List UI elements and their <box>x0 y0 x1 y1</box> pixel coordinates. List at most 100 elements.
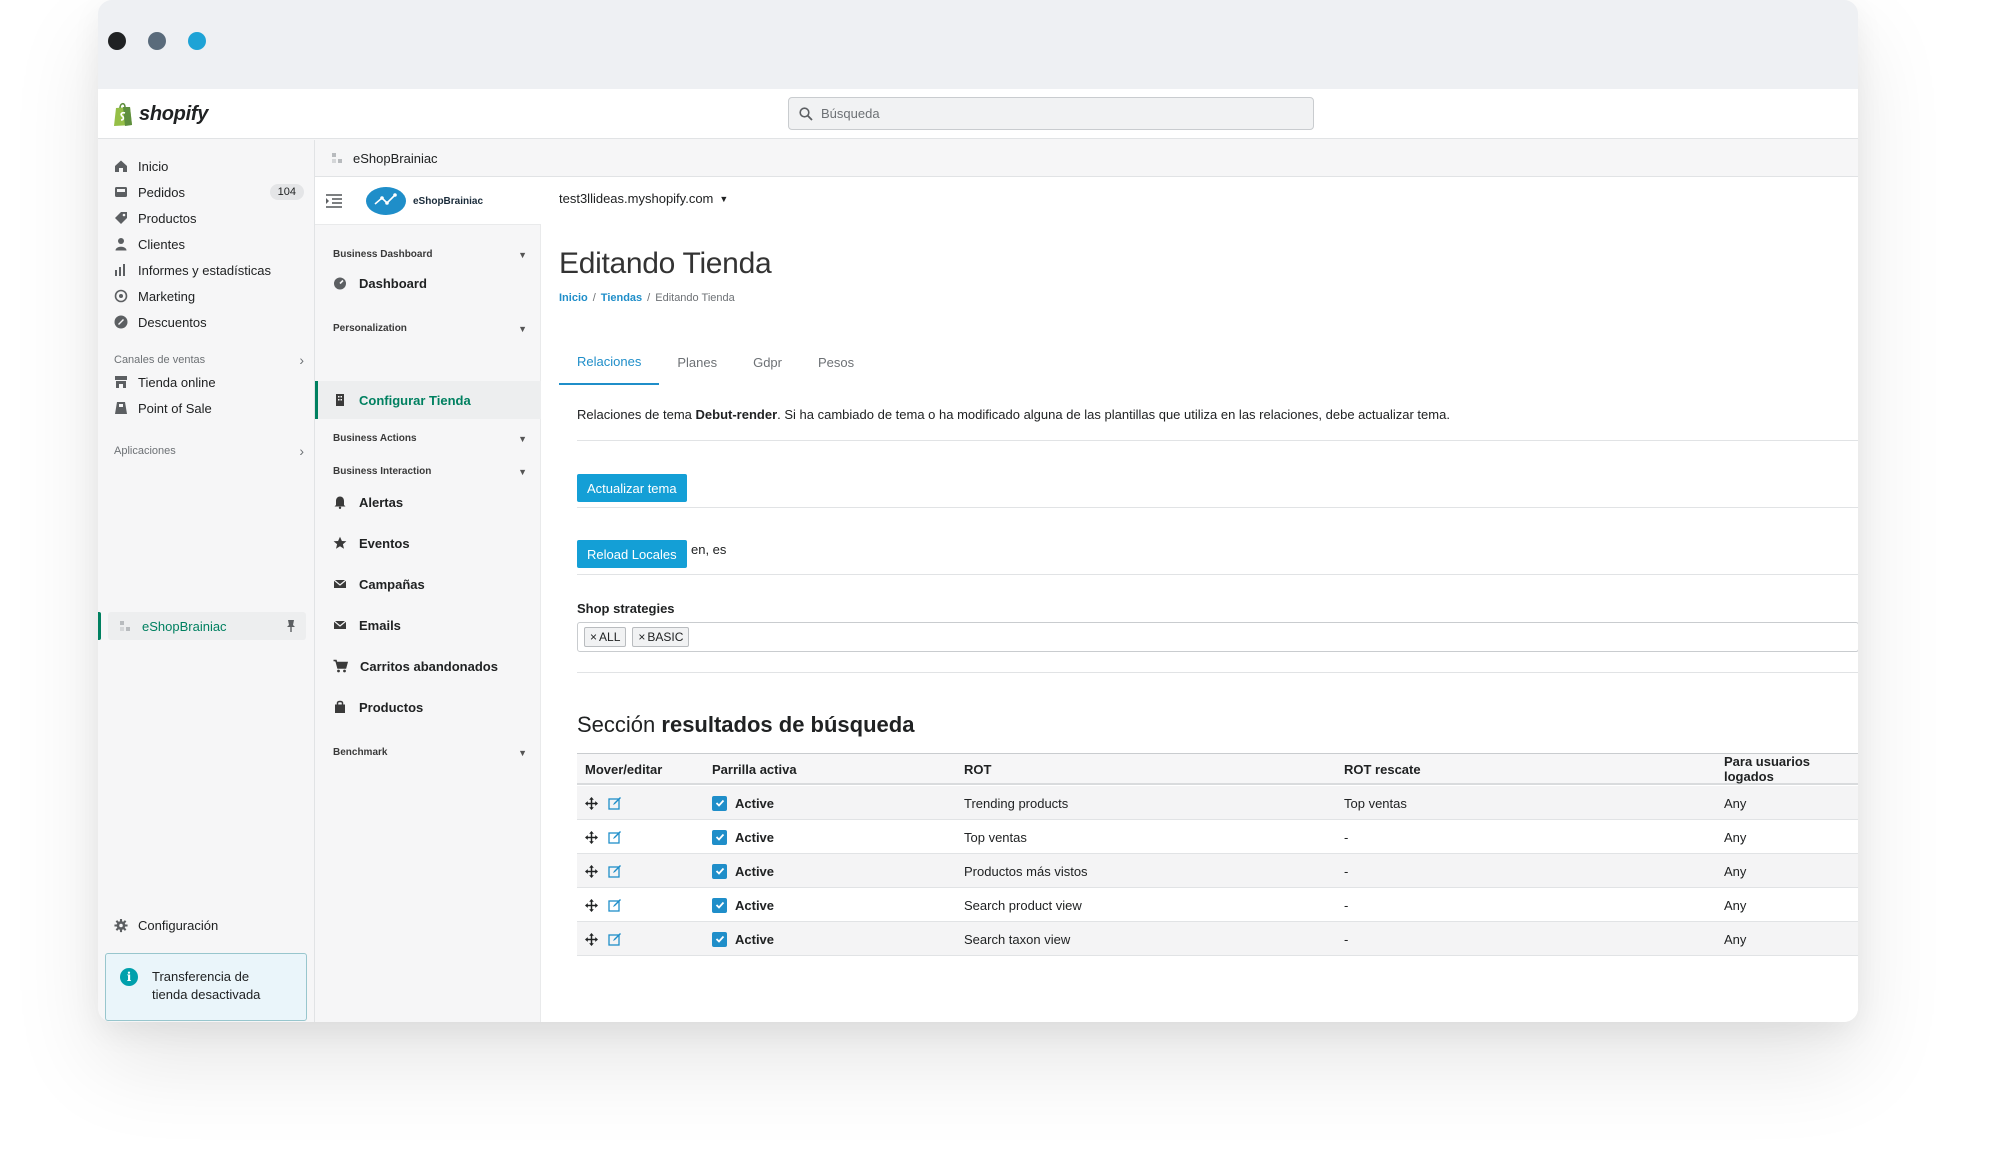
active-label: Active <box>735 897 775 913</box>
app-logo[interactable]: eShopBrainiac <box>365 184 483 218</box>
column-header[interactable]: ROT rescate <box>1344 753 1421 785</box>
sidebar-item-label: Clientes <box>138 236 185 252</box>
column-header[interactable]: Parrilla activa <box>712 753 797 785</box>
chevron-right-icon[interactable]: › <box>299 443 304 459</box>
active-cell: Active <box>712 820 774 854</box>
menu-group-label: Business Interaction <box>333 466 432 477</box>
app-header: eShopBrainiac <box>315 140 1858 177</box>
rot-cell: Search product view <box>964 897 1082 913</box>
close-window-dot[interactable] <box>108 32 126 50</box>
menu-group-business-interaction[interactable]: Business Interaction ▼ <box>333 466 527 477</box>
menu-item-carritos-abandonados[interactable]: Carritos abandonados <box>333 655 533 677</box>
remove-tag-icon[interactable]: × <box>638 630 645 644</box>
tab-gdpr[interactable]: Gdpr <box>735 339 800 385</box>
edit-icon[interactable] <box>608 932 622 946</box>
minimize-window-dot[interactable] <box>148 32 166 50</box>
rot-cell: Search taxon view <box>964 931 1071 947</box>
table-row: Active Trending products Top ventas Any <box>577 786 1858 820</box>
pin-icon[interactable] <box>284 619 298 633</box>
sidebar-item-descuentos[interactable]: Descuentos <box>114 310 304 334</box>
sidebar-item-point-of-sale[interactable]: Point of Sale <box>114 396 304 420</box>
sidebar-item-label: Informes y estadísticas <box>138 262 271 278</box>
gear-icon <box>114 918 128 932</box>
caret-down-icon: ▼ <box>719 193 729 204</box>
shopify-logo[interactable]: shopify <box>112 100 208 128</box>
active-checkbox[interactable] <box>712 829 727 845</box>
search-input[interactable]: Búsqueda <box>788 97 1314 130</box>
menu-group-benchmark[interactable]: Benchmark ▼ <box>333 747 527 758</box>
rot-cell: Trending products <box>964 795 1069 811</box>
remove-tag-icon[interactable]: × <box>590 630 597 644</box>
menu-item-dashboard[interactable]: Dashboard <box>333 272 533 294</box>
menu-item-campanas[interactable]: Campañas <box>333 573 533 595</box>
star-icon <box>333 536 347 549</box>
column-header[interactable]: Mover/editar <box>585 753 662 785</box>
sidebar-item-informes[interactable]: Informes y estadísticas <box>114 258 304 282</box>
checkmark-icon <box>715 833 724 841</box>
store-selector[interactable]: test3llideas.myshopify.com ▼ <box>559 191 728 206</box>
sidebar-item-clientes[interactable]: Clientes <box>114 232 304 256</box>
app-logo-text: eShopBrainiac <box>413 195 484 207</box>
sidebar-item-eshopbrainiac[interactable]: eShopBrainiac <box>98 612 306 640</box>
sidebar-item-pedidos[interactable]: Pedidos 104 <box>114 180 304 204</box>
column-header[interactable]: ROT <box>964 753 991 785</box>
sidebar-item-configuracion[interactable]: Configuración <box>114 913 304 937</box>
strategy-tag-all[interactable]: × ALL <box>584 627 627 647</box>
move-icon[interactable] <box>585 932 598 946</box>
tab-pesos[interactable]: Pesos <box>800 339 872 385</box>
rot-cell: Productos más vistos <box>964 863 1088 879</box>
edit-icon[interactable] <box>608 898 622 912</box>
move-icon[interactable] <box>585 796 598 810</box>
chevron-down-icon: ▼ <box>518 747 527 758</box>
active-checkbox[interactable] <box>712 795 727 811</box>
rot-rescue-cell: - <box>1344 863 1349 879</box>
menu-toggle-icon[interactable] <box>325 193 343 209</box>
menu-group-business-actions[interactable]: Business Actions ▼ <box>333 433 527 444</box>
orders-icon <box>115 187 127 197</box>
chevron-right-icon[interactable]: › <box>299 352 304 368</box>
update-theme-button[interactable]: Actualizar tema <box>577 474 687 502</box>
rot-rescue-cell: - <box>1344 829 1349 845</box>
admin-sidebar: Inicio Pedidos 104 Productos Clientes In… <box>98 140 314 1022</box>
menu-item-configurar-tienda[interactable]: Configurar Tienda <box>333 389 533 411</box>
edit-icon[interactable] <box>608 864 622 878</box>
sidebar-item-label: Point of Sale <box>138 400 212 416</box>
strategy-tag-basic[interactable]: × BASIC <box>632 627 690 647</box>
table-row: Active Top ventas - Any <box>577 820 1858 854</box>
main-area: eShopBrainiac eShopBrainiac Business Das… <box>314 140 1858 1022</box>
edit-icon[interactable] <box>608 796 622 810</box>
menu-group-label: Benchmark <box>333 747 388 758</box>
sidebar-item-marketing[interactable]: Marketing <box>114 284 304 308</box>
menu-group-label: Business Actions <box>333 433 417 444</box>
menu-group-personalization[interactable]: Personalization ▼ <box>333 323 527 334</box>
sales-channels-header[interactable]: Canales de ventas › <box>114 352 304 368</box>
breadcrumb-stores[interactable]: Tiendas <box>601 292 642 304</box>
app-header-title: eShopBrainiac <box>353 150 438 166</box>
maximize-window-dot[interactable] <box>188 32 206 50</box>
move-icon[interactable] <box>585 830 598 844</box>
sidebar-item-productos[interactable]: Productos <box>114 206 304 230</box>
active-checkbox[interactable] <box>712 897 727 913</box>
description-suffix: . Si ha cambiado de tema o ha modificado… <box>777 407 1450 422</box>
apps-header[interactable]: Aplicaciones › <box>114 443 304 459</box>
top-bar: shopify Búsqueda <box>98 89 1858 139</box>
shop-strategies-input[interactable]: × ALL × BASIC <box>577 622 1858 652</box>
active-checkbox[interactable] <box>712 863 727 879</box>
menu-group-business-dashboard[interactable]: Business Dashboard ▼ <box>333 249 527 260</box>
column-header[interactable]: Para usuarios logados <box>1724 753 1858 785</box>
menu-item-productos[interactable]: Productos <box>333 696 533 718</box>
menu-item-eventos[interactable]: Eventos <box>333 532 533 554</box>
edit-icon[interactable] <box>608 830 622 844</box>
sidebar-item-inicio[interactable]: Inicio <box>114 154 304 178</box>
tab-relaciones[interactable]: Relaciones <box>559 339 660 385</box>
section-title-bold: resultados de búsqueda <box>661 712 915 737</box>
menu-item-alertas[interactable]: Alertas <box>333 491 533 513</box>
menu-item-emails[interactable]: Emails <box>333 614 533 636</box>
move-icon[interactable] <box>585 898 598 912</box>
sidebar-item-tienda-online[interactable]: Tienda online <box>114 370 304 394</box>
tab-planes[interactable]: Planes <box>659 339 735 385</box>
reload-locales-button[interactable]: Reload Locales <box>577 540 687 568</box>
active-checkbox[interactable] <box>712 931 727 947</box>
move-icon[interactable] <box>585 864 598 878</box>
breadcrumb-home[interactable]: Inicio <box>559 292 588 304</box>
